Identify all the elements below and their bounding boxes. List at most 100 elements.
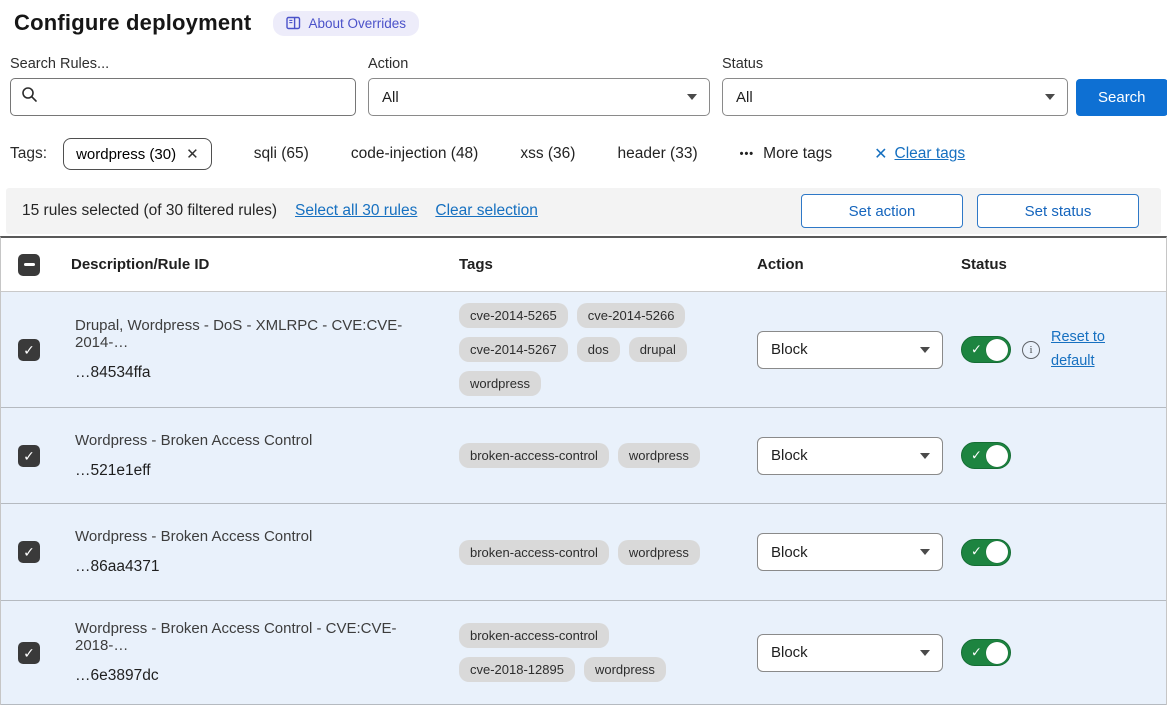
clear-tags-button[interactable]: ✕ Clear tags: [874, 144, 965, 164]
info-icon[interactable]: i: [1022, 341, 1040, 359]
status-filter-value: All: [736, 89, 753, 106]
about-overrides-label: About Overrides: [308, 16, 406, 31]
tags-label: Tags:: [10, 145, 47, 163]
table-body: ✓ Drupal, Wordpress - DoS - XMLRPC - CVE…: [1, 292, 1166, 705]
rule-action-value: Block: [771, 544, 808, 561]
caret-down-icon: [1045, 94, 1055, 100]
check-icon: ✓: [23, 646, 35, 660]
status-toggle[interactable]: ✓: [961, 336, 1011, 363]
book-icon: [286, 16, 301, 30]
search-field: Search Rules...: [10, 56, 356, 116]
rule-id: …84534ffa: [75, 364, 445, 382]
search-input[interactable]: [46, 89, 345, 106]
rule-tags: broken-access-control cve-2018-12895 wordp…: [459, 623, 723, 682]
ellipsis-icon: •••: [740, 148, 755, 160]
tag-pill: cve-2018-12895: [459, 657, 575, 682]
page-title: Configure deployment: [14, 10, 251, 36]
caret-down-icon: [920, 650, 930, 656]
toggle-knob: [986, 541, 1008, 563]
column-header-tags: Tags: [445, 256, 743, 273]
tag-pill: broken-access-control: [459, 623, 609, 648]
table-row: ✓ Wordpress - Broken Access Control …86a…: [1, 504, 1166, 601]
more-tags-button[interactable]: ••• More tags: [740, 145, 832, 163]
rule-tags: cve-2014-5265cve-2014-5266cve-2014-5267d…: [459, 303, 723, 396]
rule-id: …6e3897dc: [75, 667, 445, 685]
tag-pill: drupal: [629, 337, 687, 362]
status-toggle[interactable]: ✓: [961, 639, 1011, 666]
action-filter-field: Action All: [368, 56, 710, 116]
status-toggle[interactable]: ✓: [961, 442, 1011, 469]
tag-pill: wordpress: [584, 657, 666, 682]
tag-filter-sqli[interactable]: sqli (65): [254, 145, 309, 163]
column-header-status: Status: [947, 256, 1166, 273]
rule-tags: broken-access-control wordpress: [459, 540, 723, 565]
tag-chip-label: wordpress (30): [76, 146, 176, 163]
filters-bar: Search Rules... Action All Status All Se…: [0, 56, 1167, 116]
more-tags-label: More tags: [763, 145, 832, 163]
close-icon[interactable]: ✕: [186, 145, 199, 163]
rule-action-select[interactable]: Block: [757, 634, 943, 672]
tag-pill: wordpress: [459, 371, 541, 396]
clear-selection-link[interactable]: Clear selection: [435, 202, 538, 220]
rule-action-value: Block: [771, 341, 808, 358]
clear-icon: ✕: [874, 144, 887, 164]
tag-filter-code-injection[interactable]: code-injection (48): [351, 145, 479, 163]
rule-action-value: Block: [771, 644, 808, 661]
tags-bar: Tags: wordpress (30) ✕ sqli (65) code-in…: [0, 138, 1167, 170]
status-filter-label: Status: [722, 56, 1068, 72]
tag-filter-header[interactable]: header (33): [617, 145, 697, 163]
rule-description: Wordpress - Broken Access Control: [75, 432, 445, 449]
selection-bar: 15 rules selected (of 30 filtered rules)…: [6, 188, 1161, 234]
rule-action-select[interactable]: Block: [757, 331, 943, 369]
check-icon: ✓: [971, 447, 982, 463]
search-input-box[interactable]: [10, 78, 356, 116]
row-checkbox[interactable]: ✓: [18, 445, 40, 467]
reset-to-default-link[interactable]: Reset to default: [1051, 326, 1113, 374]
rule-description: Drupal, Wordpress - DoS - XMLRPC - CVE:C…: [75, 317, 445, 351]
action-filter-value: All: [382, 89, 399, 106]
clear-tags-label: Clear tags: [895, 145, 966, 163]
row-checkbox[interactable]: ✓: [18, 541, 40, 563]
status-filter-select[interactable]: All: [722, 78, 1068, 116]
rule-description: Wordpress - Broken Access Control - CVE:…: [75, 620, 445, 654]
set-status-button[interactable]: Set status: [977, 194, 1139, 228]
toggle-knob: [986, 445, 1008, 467]
tag-filter-xss[interactable]: xss (36): [520, 145, 575, 163]
rule-action-select[interactable]: Block: [757, 533, 943, 571]
row-checkbox[interactable]: ✓: [18, 339, 40, 361]
tag-pill: cve-2014-5266: [577, 303, 686, 328]
column-header-description: Description/Rule ID: [57, 256, 445, 273]
tag-pill: broken-access-control: [459, 540, 609, 565]
status-toggle[interactable]: ✓: [961, 539, 1011, 566]
select-all-link[interactable]: Select all 30 rules: [295, 202, 417, 220]
caret-down-icon: [687, 94, 697, 100]
tag-pill: wordpress: [618, 540, 700, 565]
tag-pill: dos: [577, 337, 620, 362]
rule-action-select[interactable]: Block: [757, 437, 943, 475]
set-action-button[interactable]: Set action: [801, 194, 963, 228]
rule-id: …86aa4371: [75, 558, 445, 576]
rule-action-value: Block: [771, 447, 808, 464]
tag-pill: cve-2014-5267: [459, 337, 568, 362]
check-icon: ✓: [23, 449, 35, 463]
table-row: ✓ Drupal, Wordpress - DoS - XMLRPC - CVE…: [1, 292, 1166, 408]
action-filter-select[interactable]: All: [368, 78, 710, 116]
indeterminate-icon: [24, 263, 35, 266]
tag-chip-wordpress[interactable]: wordpress (30) ✕: [63, 138, 212, 170]
action-filter-label: Action: [368, 56, 710, 72]
search-label: Search Rules...: [10, 56, 356, 72]
row-checkbox[interactable]: ✓: [18, 642, 40, 664]
check-icon: ✓: [971, 544, 982, 560]
toggle-knob: [986, 339, 1008, 361]
check-icon: ✓: [971, 341, 982, 357]
search-button[interactable]: Search: [1076, 79, 1167, 116]
column-header-action: Action: [743, 256, 947, 273]
select-all-checkbox[interactable]: [18, 254, 40, 276]
check-icon: ✓: [23, 545, 35, 559]
toggle-knob: [986, 642, 1008, 664]
rule-tags: broken-access-controlwordpress: [459, 443, 723, 468]
table-row: ✓ Wordpress - Broken Access Control - CV…: [1, 601, 1166, 705]
table-row: ✓ Wordpress - Broken Access Control …521…: [1, 408, 1166, 504]
caret-down-icon: [920, 453, 930, 459]
about-overrides-button[interactable]: About Overrides: [273, 11, 419, 36]
